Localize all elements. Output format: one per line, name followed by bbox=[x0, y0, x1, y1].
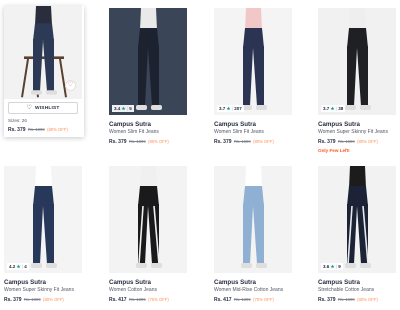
star-icon: ★ bbox=[121, 106, 126, 111]
heart-icon: ♡ bbox=[26, 105, 33, 111]
price: Rs. 379 bbox=[318, 139, 336, 145]
rating-value: 3.7 bbox=[323, 106, 330, 111]
few-left-label: Only Few Left! bbox=[318, 148, 350, 153]
product-image[interactable] bbox=[109, 166, 187, 273]
mrp: Rs. 1899 bbox=[233, 139, 251, 144]
review-count: 38 bbox=[338, 106, 344, 111]
mrp: Rs. 1899 bbox=[337, 297, 355, 302]
model-photo bbox=[318, 166, 396, 273]
product-image[interactable]: 3.4 ★ | 5 bbox=[109, 8, 187, 115]
rating-badge: 3.7 ★ | 207 bbox=[217, 105, 244, 112]
rating-badge: 3.6 ★ | 9 bbox=[321, 263, 343, 270]
product-image[interactable]: 3.6 ★ | 9 bbox=[318, 166, 396, 273]
price-row: Rs. 379 Rs. 1899 (80% OFF) bbox=[109, 139, 189, 145]
product-name: Women Mid-Rise Cotton Jeans bbox=[214, 287, 284, 293]
brand-name: Campus Sutra bbox=[109, 279, 151, 286]
product-card[interactable]: 3.6 ★ | 9 Campus Sutra Stretchable Cotto… bbox=[318, 166, 398, 303]
model-photo bbox=[318, 8, 396, 115]
price-row: Rs. 379 Rs. 1899 (80% OFF) bbox=[318, 139, 398, 145]
discount: (80% OFF) bbox=[148, 139, 169, 144]
view-similar-icon[interactable]: ♡ bbox=[65, 80, 76, 91]
product-name: Women Slim Fit Jeans bbox=[109, 129, 159, 135]
price: Rs. 417 bbox=[214, 297, 232, 303]
model-photo bbox=[109, 8, 187, 115]
rating-value: 3.4 bbox=[114, 106, 121, 111]
model-photo bbox=[214, 166, 292, 273]
brand-name: Campus Sutra bbox=[109, 121, 151, 128]
price: Rs. 417 bbox=[109, 297, 127, 303]
product-image[interactable]: 3.7 ★ | 207 bbox=[214, 8, 292, 115]
product-card[interactable]: 3.4 ★ | 5 Campus Sutra Women Slim Fit Je… bbox=[109, 8, 189, 145]
price-row: Rs. 417 Rs. 1399 (70% OFF) bbox=[214, 297, 294, 303]
price-row: Rs. 379 Rs. 1899 (80% OFF) bbox=[214, 139, 294, 145]
price-row: Rs. 379 Rs. 1899 (80% OFF) bbox=[4, 297, 84, 303]
mrp: Rs. 1399 bbox=[128, 297, 146, 302]
product-name: Stretchable Cotton Jeans bbox=[318, 287, 375, 293]
brand-name: Campus Sutra bbox=[4, 279, 46, 286]
price: Rs. 379 bbox=[4, 297, 22, 303]
star-icon: ★ bbox=[330, 106, 335, 111]
price: Rs. 379 bbox=[8, 127, 26, 133]
rating-badge: 3.4 ★ | 5 bbox=[112, 105, 134, 112]
rating-badge: 3.7 ★ | 38 bbox=[321, 105, 346, 112]
mrp: Rs. 1899 bbox=[337, 139, 355, 144]
price-row: Rs. 417 Rs. 1399 (70% OFF) bbox=[109, 297, 189, 303]
product-name: Women Slim Fit Jeans bbox=[214, 129, 264, 135]
product-card[interactable]: Campus Sutra Women Mid-Rise Cotton Jeans… bbox=[214, 166, 294, 303]
price: Rs. 379 bbox=[109, 139, 127, 145]
discount: (80% OFF) bbox=[253, 139, 274, 144]
product-image[interactable]: ♡ bbox=[4, 6, 82, 99]
mrp: Rs. 1899 bbox=[23, 297, 41, 302]
product-name: Women Super Skinny Fit Jeans bbox=[4, 287, 74, 293]
mrp: Rs. 1899 bbox=[27, 127, 45, 132]
model-photo bbox=[109, 166, 187, 273]
review-count: 5 bbox=[129, 106, 132, 111]
price: Rs. 379 bbox=[318, 297, 336, 303]
wishlist-label: WISHLIST bbox=[35, 106, 60, 111]
review-count: 207 bbox=[234, 106, 242, 111]
wishlist-button[interactable]: ♡ WISHLIST bbox=[8, 102, 78, 114]
price-row: Rs. 379 Rs. 1899 (80% OFF) bbox=[4, 127, 84, 133]
discount: (80% OFF) bbox=[357, 139, 378, 144]
product-card[interactable]: ♡ ♡ WISHLIST Sizes: 26 Rs. 379 Rs. 1899 (… bbox=[4, 6, 84, 137]
discount: (80% OFF) bbox=[43, 297, 64, 302]
product-name: Women Super Skinny Fit Jeans bbox=[318, 129, 388, 135]
rating-badge: 4.2 ★ | 4 bbox=[7, 263, 29, 270]
mrp: Rs. 1899 bbox=[128, 139, 146, 144]
product-name: Women Cotton Jeans bbox=[109, 287, 157, 293]
rating-value: 3.7 bbox=[219, 106, 226, 111]
review-count: 4 bbox=[24, 264, 27, 269]
product-card[interactable]: 3.7 ★ | 207 Campus Sutra Women Slim Fit … bbox=[214, 8, 294, 145]
rating-value: 3.6 bbox=[323, 264, 330, 269]
sizes-text: Sizes: 26 bbox=[8, 118, 27, 123]
star-icon: ★ bbox=[226, 106, 231, 111]
review-count: 9 bbox=[338, 264, 341, 269]
product-card[interactable]: 3.7 ★ | 38 Campus Sutra Women Super Skin… bbox=[318, 8, 398, 153]
brand-name: Campus Sutra bbox=[318, 279, 360, 286]
star-icon: ★ bbox=[16, 264, 21, 269]
product-image[interactable] bbox=[214, 166, 292, 273]
brand-name: Campus Sutra bbox=[214, 121, 256, 128]
star-icon: ★ bbox=[330, 264, 335, 269]
discount: (70% OFF) bbox=[253, 297, 274, 302]
rating-value: 4.2 bbox=[9, 264, 16, 269]
product-image[interactable]: 3.7 ★ | 38 bbox=[318, 8, 396, 115]
discount: (80% OFF) bbox=[357, 297, 378, 302]
discount: (80% OFF) bbox=[47, 127, 68, 132]
model-photo bbox=[4, 166, 82, 273]
product-image[interactable]: 4.2 ★ | 4 bbox=[4, 166, 82, 273]
price: Rs. 379 bbox=[214, 139, 232, 145]
product-card[interactable]: Campus Sutra Women Cotton Jeans Rs. 417 … bbox=[109, 166, 189, 303]
mrp: Rs. 1399 bbox=[233, 297, 251, 302]
brand-name: Campus Sutra bbox=[318, 121, 360, 128]
discount: (70% OFF) bbox=[148, 297, 169, 302]
price-row: Rs. 379 Rs. 1899 (80% OFF) bbox=[318, 297, 398, 303]
brand-name: Campus Sutra bbox=[214, 279, 256, 286]
model-photo bbox=[214, 8, 292, 115]
product-card[interactable]: 4.2 ★ | 4 Campus Sutra Women Super Skinn… bbox=[4, 166, 84, 303]
